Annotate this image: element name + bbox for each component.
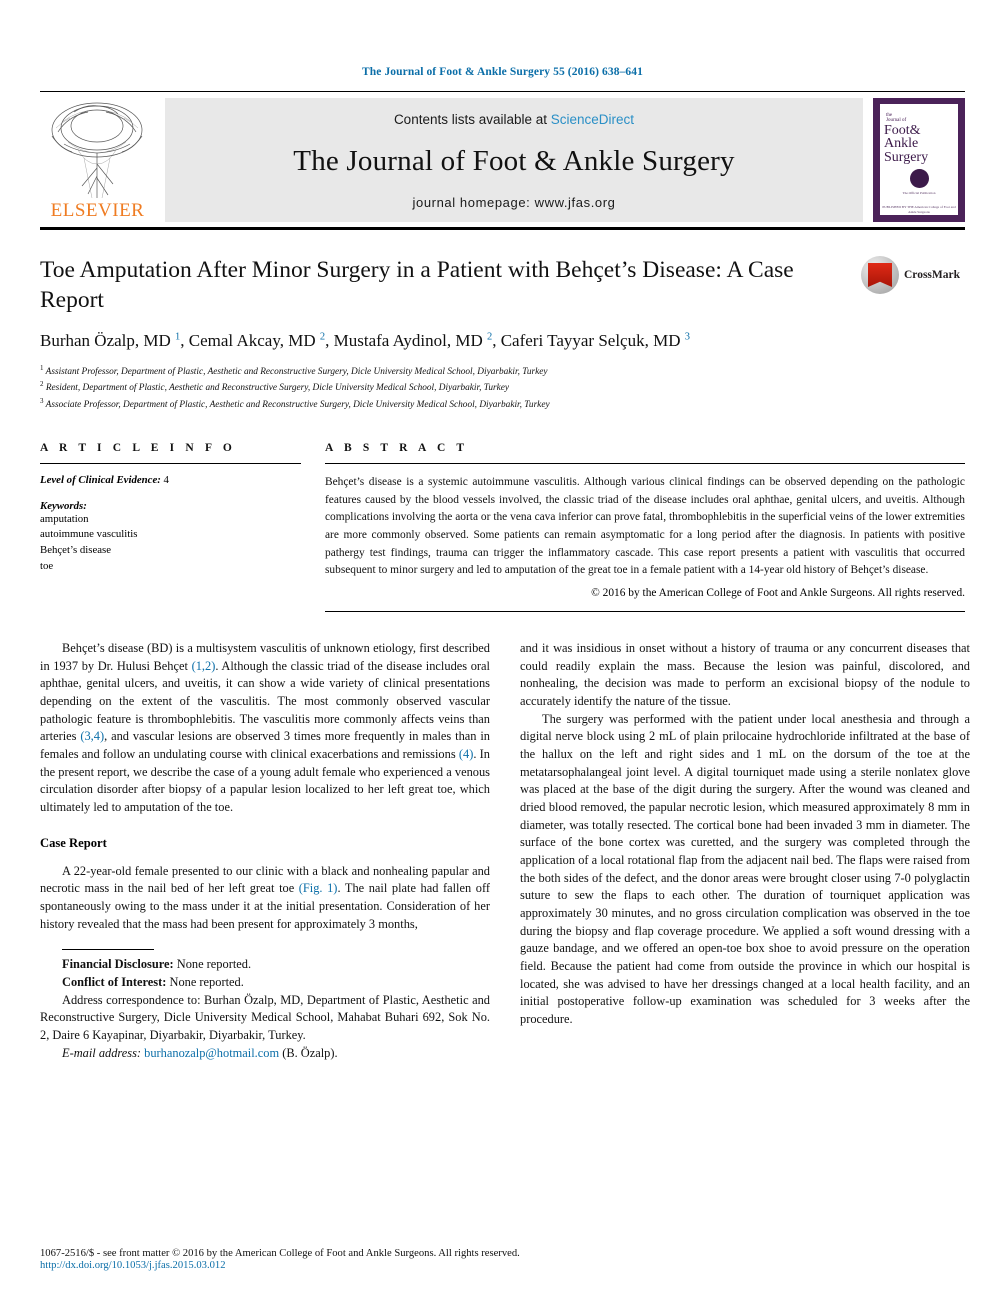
sciencedirect-link[interactable]: ScienceDirect [551, 112, 634, 127]
keyword-item: toe [40, 559, 54, 572]
contents-prefix: Contents lists available at [393, 112, 551, 127]
level-of-evidence-value: 4 [163, 473, 169, 486]
author-list: Burhan Özalp, MD 1, Cemal Akcay, MD 2, M… [40, 331, 690, 351]
keyword-item: amputation [40, 512, 89, 525]
abstract-bottom-rule [325, 610, 965, 612]
article-info-rule [40, 462, 301, 464]
abstract-copyright: © 2016 by the American College of Foot a… [591, 586, 965, 599]
page-title: Toe Amputation After Minor Surgery in a … [40, 257, 794, 313]
crossmark-badge[interactable]: CrossMark [861, 256, 965, 294]
page-footer: 1067-2516/$ - see front matter © 2016 by… [40, 1248, 965, 1271]
journal-homepage[interactable]: journal homepage: www.jfas.org [413, 195, 616, 210]
crossmark-icon [861, 256, 899, 294]
paper-page: The Journal of Foot & Ankle Surgery 55 (… [0, 0, 1005, 1305]
abstract-body: Behçet’s disease is a systemic autoimmun… [325, 474, 965, 599]
right-column: and it was insidious in onset without a … [520, 640, 970, 1062]
abstract-heading: A B S T R A C T [325, 441, 469, 454]
journal-masthead: ELSEVIER Contents lists available at Sci… [40, 98, 965, 222]
cover-title-line3: Surgery [884, 149, 929, 165]
journal-band: Contents lists available at ScienceDirec… [165, 98, 863, 222]
keyword-item: Behçet’s disease [40, 543, 112, 556]
cover-seal-icon [909, 168, 929, 188]
info-abstract-region: A R T I C L E I N F O Level of Clinical … [40, 442, 965, 612]
cover-title-line1: Foot& [884, 123, 921, 138]
issn-line: 1067-2516/$ - see front matter © 2016 by… [40, 1248, 520, 1259]
footnote-address: Address correspondence to: Burhan Özalp,… [40, 992, 490, 1042]
footnote-rule [62, 949, 154, 951]
email-link[interactable]: burhanozalp@hotmail.com [144, 1046, 279, 1060]
body-columns: Behçet’s disease (BD) is a multisystem v… [40, 640, 970, 1062]
header-rule-thin [40, 91, 965, 92]
running-head: The Journal of Foot & Ankle Surgery 55 (… [362, 66, 643, 78]
footnote-conflict: Conflict of Interest: None reported. [62, 974, 244, 989]
article-info-heading: A R T I C L E I N F O [40, 441, 236, 454]
affiliation-2: 2 Resident, Department of Plastic, Aesth… [40, 380, 510, 394]
abstract-column: A B S T R A C T Behçet’s disease is a sy… [325, 442, 965, 612]
case-report-paragraph: A 22-year-old female presented to our cl… [40, 863, 490, 931]
level-of-evidence: Level of Clinical Evidence: 4 [40, 474, 301, 486]
article-info-column: A R T I C L E I N F O Level of Clinical … [40, 442, 325, 612]
footnotes: Financial Disclosure: None reported. Con… [40, 956, 490, 1062]
doi-link[interactable]: http://dx.doi.org/10.1053/j.jfas.2015.03… [40, 1260, 965, 1271]
affiliation-1: 1 Assistant Professor, Department of Pla… [40, 364, 548, 378]
footnote-financial: Financial Disclosure: None reported. [62, 957, 252, 972]
contents-available-line: Contents lists available at ScienceDirec… [394, 112, 634, 127]
elsevier-tree-icon [51, 102, 143, 198]
affiliations: 1 Assistant Professor, Department of Pla… [40, 363, 965, 412]
elsevier-wordmark: ELSEVIER [50, 200, 145, 221]
case-report-heading: Case Report [40, 835, 107, 850]
cover-small-text: The Official Publication [902, 190, 936, 195]
right-paragraph-1: and it was insidious in onset without a … [520, 640, 970, 708]
cover-inner: the Journal of Foot& Ankle Surgery The O… [880, 104, 958, 215]
intro-paragraph: Behçet’s disease (BD) is a multisystem v… [40, 640, 490, 814]
cover-foot-text: PUBLISHED BY THE American College of Foo… [882, 205, 956, 214]
abstract-text: Behçet’s disease is a systemic autoimmun… [325, 475, 965, 577]
abstract-rule [325, 462, 965, 464]
header-rule-thick [40, 227, 965, 230]
footnote-email: E-mail address: burhanozalp@hotmail.com … [62, 1045, 338, 1060]
journal-title: The Journal of Foot & Ankle Surgery [293, 144, 735, 177]
elsevier-logo: ELSEVIER [40, 98, 155, 222]
keywords-label: Keywords: [40, 499, 87, 512]
title-block: CrossMark Toe Amputation After Minor Sur… [40, 256, 965, 412]
left-column: Behçet’s disease (BD) is a multisystem v… [40, 640, 490, 1062]
keyword-item: autoimmune vasculitis [40, 528, 138, 541]
crossmark-label: CrossMark [904, 269, 961, 281]
affiliation-3: 3 Associate Professor, Department of Pla… [40, 396, 550, 410]
cover-title-line2: Ankle [884, 136, 919, 152]
journal-cover-thumbnail: the Journal of Foot& Ankle Surgery The O… [873, 98, 965, 222]
level-of-evidence-label: Level of Clinical Evidence: [40, 473, 161, 486]
right-paragraph-2: The surgery was performed with the patie… [520, 711, 970, 1027]
